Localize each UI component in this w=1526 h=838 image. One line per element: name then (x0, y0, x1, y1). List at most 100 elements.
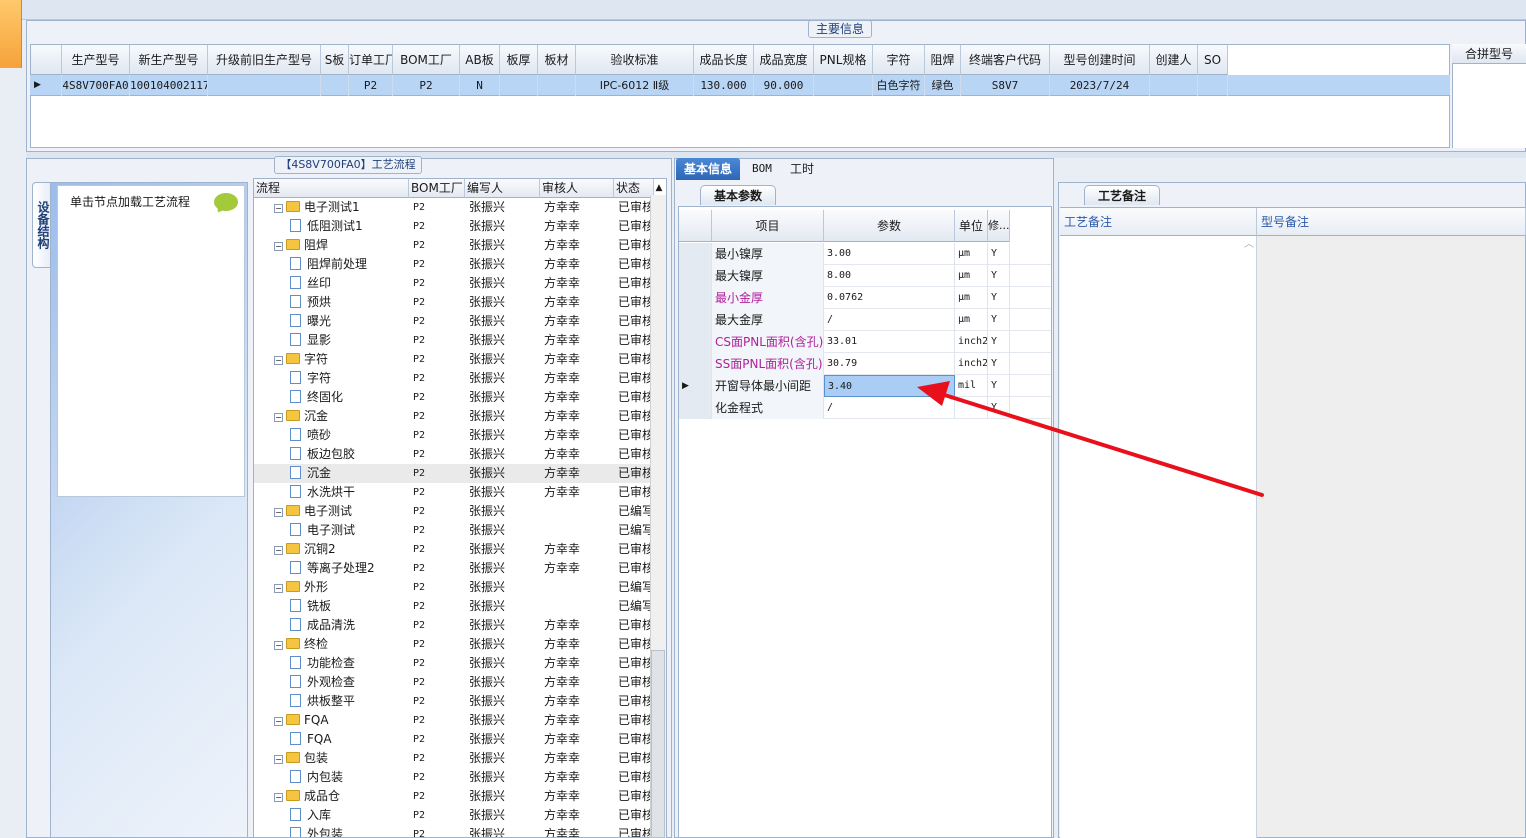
tree-step[interactable]: 丝印 (290, 274, 409, 293)
tree-step[interactable]: 曝光 (290, 312, 409, 331)
tree-step[interactable]: 阻焊前处理 (290, 255, 409, 274)
main-header-18[interactable]: SO (1198, 45, 1228, 75)
main-header-16[interactable]: 型号创建时间 (1050, 45, 1150, 75)
tree-step[interactable]: 电子测试 (290, 521, 409, 540)
main-header-13[interactable]: 字符 (873, 45, 925, 75)
side-tab-equipment[interactable]: 设备结构 (32, 182, 52, 268)
main-cell-16[interactable]: 2023/7/24 (1050, 75, 1150, 96)
collapse-icon[interactable]: − (274, 793, 283, 802)
collapse-icon[interactable]: − (274, 755, 283, 764)
tree-group[interactable]: − 电子测试1 (274, 198, 409, 217)
tree-group[interactable]: − FQA (274, 711, 409, 730)
param-row[interactable]: ▶ 开窗导体最小间距 3.40 mil Y (679, 375, 1051, 397)
tree-group[interactable]: − 字符 (274, 350, 409, 369)
tree-step[interactable]: 低阻测试1 (290, 217, 409, 236)
tree-row[interactable]: 字符 P2 张振兴 方幸幸 已审核 (254, 369, 654, 388)
tree-step[interactable]: 终固化 (290, 388, 409, 407)
collapse-icon[interactable]: − (274, 717, 283, 726)
collapse-icon[interactable]: − (274, 584, 283, 593)
tree-row[interactable]: − 包装 P2 张振兴 方幸幸 已审核 (254, 749, 654, 768)
tree-row[interactable]: 内包装 P2 张振兴 方幸幸 已审核 (254, 768, 654, 787)
tree-step[interactable]: 显影 (290, 331, 409, 350)
main-header-12[interactable]: PNL规格 (814, 45, 873, 75)
tree-group[interactable]: − 包装 (274, 749, 409, 768)
tree-row[interactable]: 预烘 P2 张振兴 方幸幸 已审核 (254, 293, 654, 312)
tree-step[interactable]: 等离子处理2 (290, 559, 409, 578)
main-header-5[interactable]: BOM工厂 (393, 45, 460, 75)
tree-step[interactable]: 成品清洗 (290, 616, 409, 635)
tab-basic-info[interactable]: 基本信息 (676, 158, 741, 180)
tree-row[interactable]: 喷砂 P2 张振兴 方幸幸 已审核 (254, 426, 654, 445)
main-cell-1[interactable]: 10010400211723 (130, 75, 208, 96)
tree-row[interactable]: 等离子处理2 P2 张振兴 方幸幸 已审核 (254, 559, 654, 578)
tree-row[interactable]: 铣板 P2 张振兴 已编写 (254, 597, 654, 616)
tree-step[interactable]: 外包装 (290, 825, 409, 837)
tree-row[interactable]: − 沉铜2 P2 张振兴 方幸幸 已审核 (254, 540, 654, 559)
tab-bom[interactable]: BOM (744, 158, 780, 180)
subtab-process-remarks[interactable]: 工艺备注 (1084, 185, 1160, 205)
main-header-4[interactable]: 订单工厂 (349, 45, 393, 75)
collapse-icon[interactable]: − (274, 413, 283, 422)
collapse-icon[interactable]: − (274, 508, 283, 517)
tree-header-2[interactable]: 编写人 (465, 179, 540, 198)
param-row[interactable]: 最小金厚 0.0762 μm Y (679, 287, 1051, 309)
tree-row[interactable]: − 沉金 P2 张振兴 方幸幸 已审核 (254, 407, 654, 426)
main-cell-9[interactable]: IPC-6012 Ⅱ级 (576, 75, 694, 96)
tree-row[interactable]: − 阻焊 P2 张振兴 方幸幸 已审核 (254, 236, 654, 255)
tree-row[interactable]: 电子测试 P2 张振兴 已编写 (254, 521, 654, 540)
tree-row[interactable]: 板边包胶 P2 张振兴 方幸幸 已审核 (254, 445, 654, 464)
tree-step[interactable]: 喷砂 (290, 426, 409, 445)
tree-row[interactable]: 水洗烘干 P2 张振兴 方幸幸 已审核 (254, 483, 654, 502)
tree-row[interactable]: 低阻测试1 P2 张振兴 方幸幸 已审核 (254, 217, 654, 236)
tree-row[interactable]: 终固化 P2 张振兴 方幸幸 已审核 (254, 388, 654, 407)
tree-header-3[interactable]: 审核人 (540, 179, 614, 198)
tree-row[interactable]: 外包装 P2 张振兴 方幸幸 已审核 (254, 825, 654, 837)
param-cell-value[interactable]: 33.01 (824, 331, 955, 353)
tree-step[interactable]: FQA (290, 730, 409, 749)
tree-step[interactable]: 入库 (290, 806, 409, 825)
main-cell-14[interactable]: 绿色 (925, 75, 961, 96)
main-header-7[interactable]: 板厚 (500, 45, 538, 75)
main-header-9[interactable]: 验收标准 (576, 45, 694, 75)
tree-row[interactable]: 阻焊前处理 P2 张振兴 方幸幸 已审核 (254, 255, 654, 274)
process-remarks-area[interactable] (1060, 236, 1257, 838)
param-row[interactable]: SS面PNL面积(含孔) 30.79 inch2 Y (679, 353, 1051, 375)
main-cell-5[interactable]: P2 (393, 75, 460, 96)
tab-work-hours[interactable]: 工时 (782, 158, 822, 180)
tree-step[interactable]: 外观检查 (290, 673, 409, 692)
param-row[interactable]: 化金程式 / Y (679, 397, 1051, 419)
param-cell-value[interactable]: / (824, 397, 955, 419)
main-cell-7[interactable] (500, 75, 538, 96)
main-cell-17[interactable] (1150, 75, 1198, 96)
main-cell-8[interactable] (538, 75, 576, 96)
tree-row[interactable]: − 外形 P2 张振兴 已编写 (254, 578, 654, 597)
tree-group[interactable]: − 沉铜2 (274, 540, 409, 559)
main-header-2[interactable]: 升级前旧生产型号 (208, 45, 321, 75)
subtab-basic-params[interactable]: 基本参数 (700, 185, 776, 205)
main-cell-2[interactable] (208, 75, 321, 96)
tree-group[interactable]: − 终检 (274, 635, 409, 654)
main-header-6[interactable]: AB板 (460, 45, 500, 75)
tree-row[interactable]: − 字符 P2 张振兴 方幸幸 已审核 (254, 350, 654, 369)
param-cell-value[interactable]: 3.40 (824, 375, 955, 397)
param-row[interactable]: 最小镍厚 3.00 μm Y (679, 243, 1051, 265)
tree-row[interactable]: 烘板整平 P2 张振兴 方幸幸 已审核 (254, 692, 654, 711)
tree-row[interactable]: FQA P2 张振兴 方幸幸 已审核 (254, 730, 654, 749)
left-edge-tab[interactable] (0, 0, 22, 68)
tree-row[interactable]: 外观检查 P2 张振兴 方幸幸 已审核 (254, 673, 654, 692)
tree-step[interactable]: 内包装 (290, 768, 409, 787)
param-cell-value[interactable]: 0.0762 (824, 287, 955, 309)
param-cell-value[interactable]: / (824, 309, 955, 331)
collapse-icon[interactable]: − (274, 356, 283, 365)
main-header-15[interactable]: 终端客户代码 (961, 45, 1050, 75)
tree-row[interactable]: − 电子测试 P2 张振兴 已编写 (254, 502, 654, 521)
main-cell-0[interactable]: 4S8V700FA0 (62, 75, 130, 96)
tree-step[interactable]: 水洗烘干 (290, 483, 409, 502)
main-header-10[interactable]: 成品长度 (694, 45, 754, 75)
tree-scrollbar-thumb[interactable] (651, 650, 665, 838)
main-header-1[interactable]: 新生产型号 (130, 45, 208, 75)
sort-arrow-icon[interactable]: ▲ (652, 181, 666, 195)
chevron-up-icon[interactable]: ︿ (1243, 238, 1255, 252)
tree-group[interactable]: − 阻焊 (274, 236, 409, 255)
collapse-icon[interactable]: − (274, 641, 283, 650)
